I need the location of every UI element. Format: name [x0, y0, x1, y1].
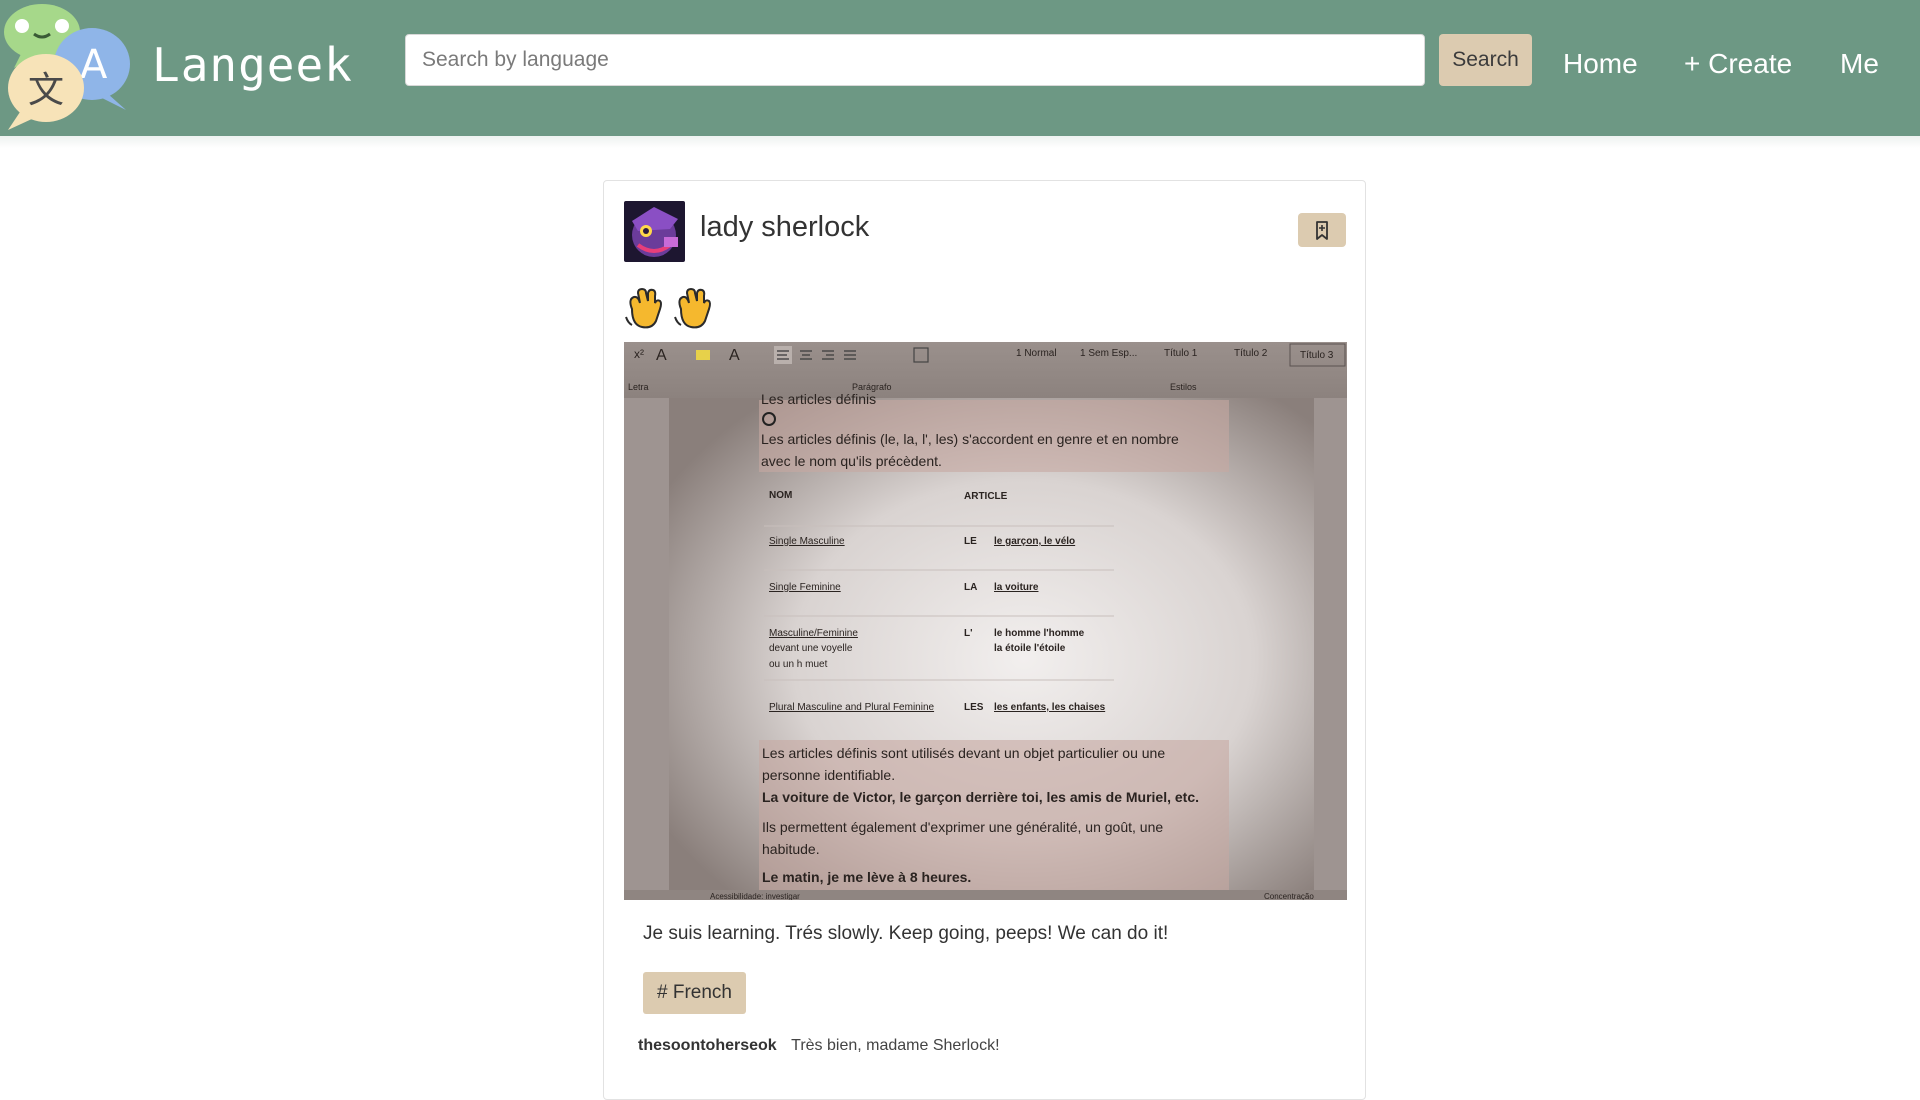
- row3-nom-extra1: devant une voyelle: [769, 643, 853, 654]
- row4-article: LES: [964, 702, 984, 713]
- post-image[interactable]: x² A A 1 Normal 1 Sem Esp... Título 1 Tí…: [624, 342, 1347, 900]
- row3-example: le homme l'homme: [994, 628, 1085, 639]
- post-author[interactable]: lady sherlock: [700, 211, 869, 244]
- style-no-spacing: 1 Sem Esp...: [1080, 348, 1137, 359]
- table-header-nom: NOM: [769, 490, 792, 501]
- doc-usage-1: Les articles définis sont utilisés devan…: [762, 745, 1165, 761]
- nav-create-link[interactable]: + Create: [1684, 48, 1792, 80]
- comment-author[interactable]: thesoontoherseok: [638, 1037, 777, 1054]
- emoji-row: [624, 287, 717, 333]
- brand-logo[interactable]: A 文 Langeek: [0, 0, 352, 136]
- style-heading1: Título 1: [1164, 348, 1198, 359]
- header-shadow: [0, 136, 1920, 148]
- svg-text:x²: x²: [634, 347, 644, 361]
- post-body: Je suis learning. Trés slowly. Keep goin…: [643, 923, 1169, 944]
- document-photo: x² A A 1 Normal 1 Sem Esp... Título 1 Tí…: [624, 342, 1347, 900]
- doc-intro-1: Les articles définis (le, la, l', les) s…: [761, 431, 1179, 447]
- group-font: Letra: [628, 382, 649, 392]
- style-normal: 1 Normal: [1016, 348, 1057, 359]
- search-button[interactable]: Search: [1439, 34, 1532, 86]
- doc-generality-example: Le matin, je me lève à 8 heures.: [762, 869, 971, 885]
- row3-example2: la étoile l'étoile: [994, 643, 1066, 654]
- svg-text:A: A: [656, 347, 667, 364]
- style-heading3: Título 3: [1300, 350, 1334, 361]
- row3-nom: Masculine/Feminine: [769, 628, 858, 639]
- nav-home-link[interactable]: Home: [1563, 48, 1638, 80]
- avatar[interactable]: [624, 201, 685, 262]
- group-styles: Estilos: [1170, 382, 1197, 392]
- row3-article: L': [964, 628, 973, 639]
- svg-text:A: A: [80, 42, 108, 88]
- status-accessibility: Acessibilidade: investigar: [710, 892, 800, 900]
- waving-hand-icon: [674, 287, 712, 329]
- row1-nom: Single Masculine: [769, 536, 845, 547]
- table-header-article: ARTICLE: [964, 491, 1008, 502]
- comment-text: Très bien, madame Sherlock!: [791, 1037, 1000, 1054]
- status-focus: Concentração: [1264, 892, 1314, 900]
- row2-example: la voiture: [994, 582, 1039, 593]
- post-card: lady sherlock x² A A 1 Normal 1 Sem Esp.…: [603, 180, 1366, 1100]
- row4-example: les enfants, les chaises: [994, 702, 1106, 713]
- svg-text:文: 文: [28, 70, 64, 111]
- style-heading2: Título 2: [1234, 348, 1268, 359]
- brand-name: Langeek: [152, 38, 353, 92]
- top-navbar: A 文 Langeek Search Home + Create Me: [0, 0, 1920, 136]
- doc-generality-1: Ils permettent également d'exprimer une …: [762, 819, 1163, 835]
- doc-heading: Les articles définis: [761, 391, 876, 407]
- comment: thesoontoherseok Très bien, madame Sherl…: [638, 1037, 1000, 1055]
- search-input[interactable]: [405, 34, 1425, 86]
- row2-article: LA: [964, 582, 977, 593]
- row1-article: LE: [964, 536, 977, 547]
- doc-usage-example: La voiture de Victor, le garçon derrière…: [762, 789, 1199, 805]
- bookmark-icon: [1316, 221, 1328, 240]
- svg-text:A: A: [729, 347, 740, 364]
- avatar-image: [624, 201, 685, 262]
- language-tag[interactable]: # French: [643, 972, 746, 1014]
- translate-bubbles-icon: A 文: [4, 4, 130, 130]
- row4-nom: Plural Masculine and Plural Feminine: [769, 702, 935, 713]
- bookmark-button[interactable]: [1298, 213, 1346, 247]
- doc-generality-2: habitude.: [762, 841, 820, 857]
- row3-nom-extra2: ou un h muet: [769, 659, 828, 670]
- row1-example: le garçon, le vélo: [994, 536, 1075, 547]
- doc-intro-2: avec le nom qu'ils précèdent.: [761, 453, 942, 469]
- doc-usage-2: personne identifiable.: [762, 767, 895, 783]
- waving-hand-icon: [625, 287, 662, 329]
- nav-me-link[interactable]: Me: [1840, 48, 1879, 80]
- row2-nom: Single Feminine: [769, 582, 841, 593]
